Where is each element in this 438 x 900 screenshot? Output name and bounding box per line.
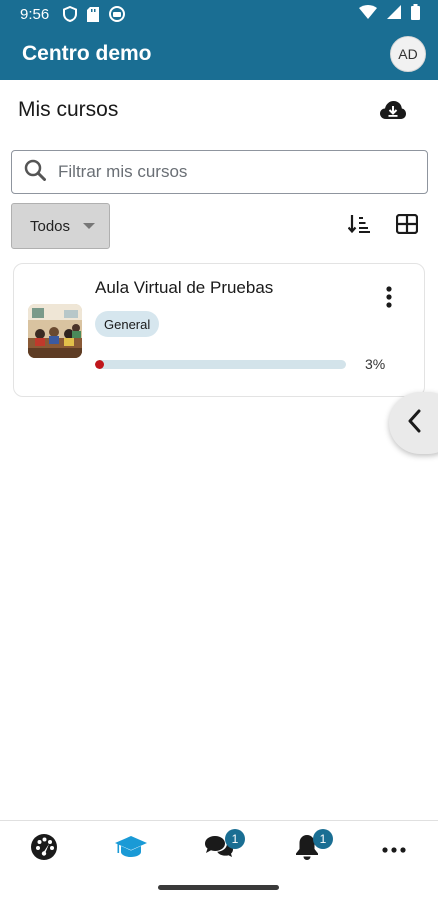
signal-icon xyxy=(387,5,401,23)
nav-my-courses[interactable] xyxy=(101,833,161,865)
more-horizontal-icon xyxy=(382,840,406,858)
open-drawer-tab[interactable] xyxy=(389,392,438,454)
search-input[interactable] xyxy=(58,162,388,182)
messages-count-badge: 1 xyxy=(225,829,245,849)
search-box xyxy=(11,150,428,194)
course-progress-bar xyxy=(95,360,346,369)
page-header: Mis cursos xyxy=(0,80,438,140)
chevron-left-icon xyxy=(407,409,421,438)
course-progress-fill xyxy=(95,360,104,369)
nav-messages[interactable]: 1 xyxy=(189,829,249,865)
bottom-nav: 1 1 xyxy=(0,820,438,900)
filter-row: Todos xyxy=(11,203,428,249)
notifications-count-badge: 1 xyxy=(313,829,333,849)
course-thumbnail xyxy=(28,304,82,358)
battery-icon xyxy=(411,4,420,24)
course-title[interactable]: Aula Virtual de Pruebas xyxy=(95,278,273,298)
wifi-icon xyxy=(359,5,377,23)
status-filter-select[interactable]: Todos xyxy=(11,203,110,249)
nav-more[interactable] xyxy=(364,833,424,865)
gesture-home-bar[interactable] xyxy=(158,885,279,890)
more-options-icon[interactable] xyxy=(385,286,393,308)
dashboard-gauge-icon xyxy=(30,833,58,866)
app-notification-icon xyxy=(109,6,126,22)
status-filter-label: Todos xyxy=(30,217,71,235)
course-progress-label: 3% xyxy=(365,356,386,372)
app-bar: Centro demo AD xyxy=(0,28,438,80)
graduation-cap-icon xyxy=(115,835,147,863)
user-avatar[interactable]: AD xyxy=(390,36,426,72)
grid-view-icon[interactable] xyxy=(395,213,419,239)
caret-down-icon xyxy=(83,223,95,229)
status-bar: 9:56 xyxy=(0,0,438,28)
sort-icon[interactable] xyxy=(347,214,370,239)
status-time: 9:56 xyxy=(20,5,50,23)
shield-icon xyxy=(63,6,78,22)
course-card[interactable]: Aula Virtual de Pruebas General 3% xyxy=(13,263,425,397)
course-category-badge: General xyxy=(95,311,160,337)
nav-dashboard[interactable] xyxy=(14,833,74,865)
page-title: Mis cursos xyxy=(18,98,119,121)
nav-notifications[interactable]: 1 xyxy=(277,829,337,865)
sd-card-icon xyxy=(87,6,100,22)
site-title: Centro demo xyxy=(22,42,152,65)
cloud-download-icon[interactable] xyxy=(380,100,406,120)
search-icon xyxy=(24,159,46,186)
